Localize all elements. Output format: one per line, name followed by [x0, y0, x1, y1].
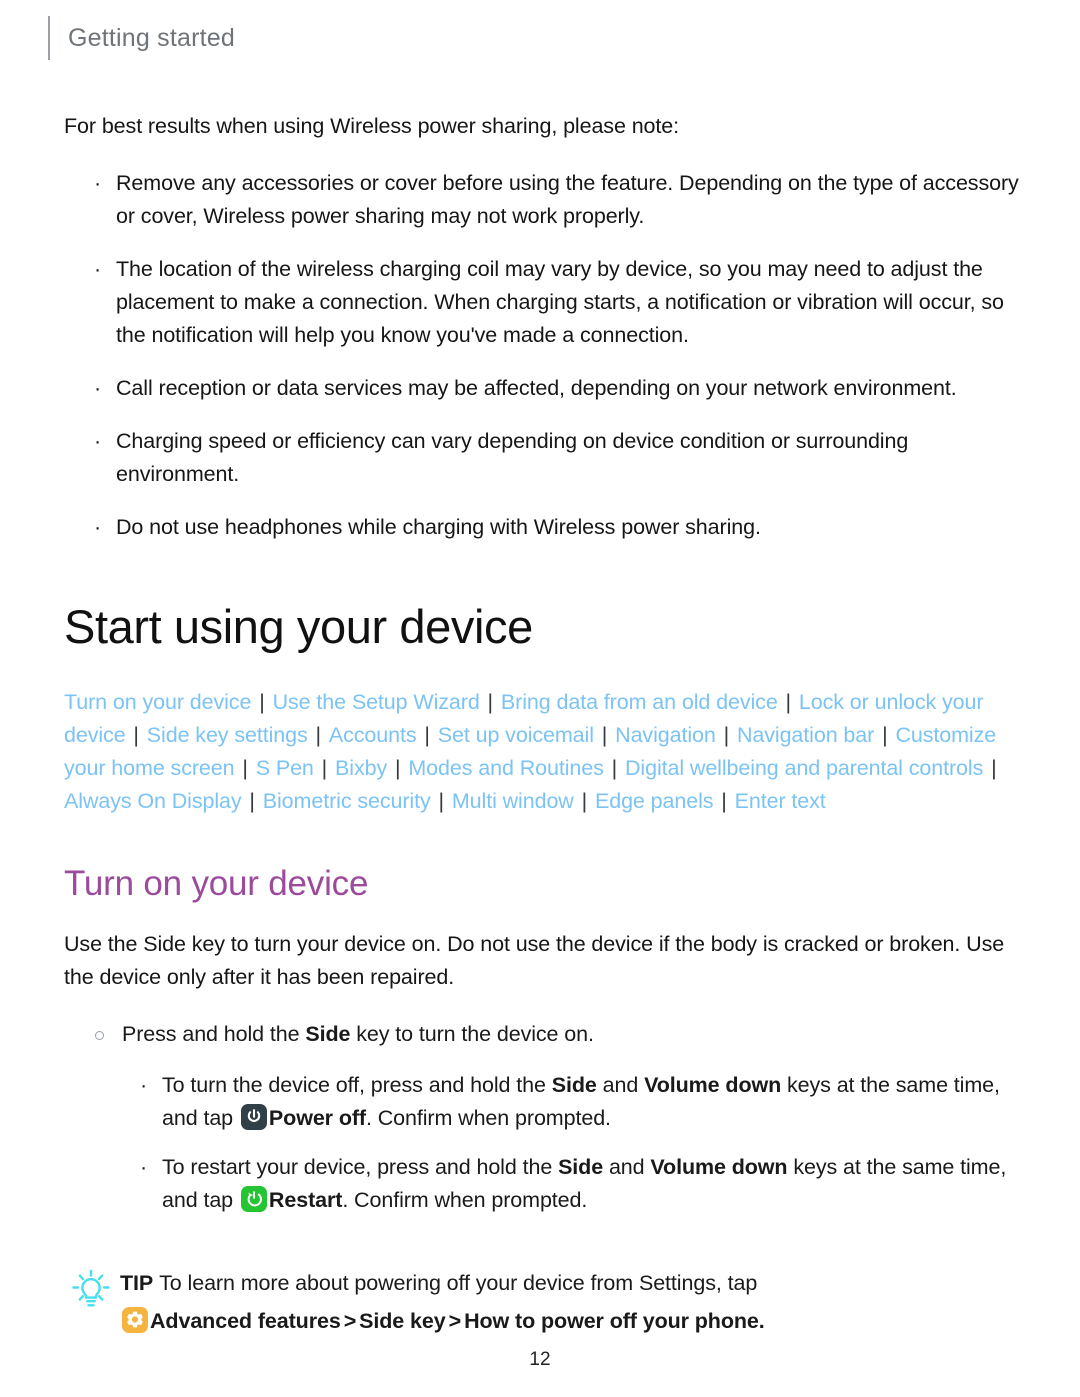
substep-bold-restart: Restart [268, 1188, 343, 1212]
section-link[interactable]: Accounts [329, 723, 417, 747]
section-link[interactable]: Side key settings [147, 723, 308, 747]
section-link[interactable]: Modes and Routines [408, 756, 604, 780]
section-link[interactable]: Biometric security [263, 789, 431, 813]
list-item: · Remove any accessories or cover before… [64, 167, 1028, 233]
list-item-text: Charging speed or efficiency can vary de… [116, 429, 909, 486]
settings-gear-icon [122, 1307, 148, 1333]
lightbulb-icon [68, 1267, 114, 1313]
list-item: · To turn the device off, press and hold… [64, 1069, 1028, 1135]
tip-path-advanced-features: Advanced features [150, 1309, 341, 1333]
list-item-text: Do not use headphones while charging wit… [116, 515, 761, 539]
link-separator: | [253, 690, 271, 714]
section-link[interactable]: Bixby [335, 756, 387, 780]
list-item-text: Remove any accessories or cover before u… [116, 171, 1019, 228]
substep-text-4: . Confirm when prompted. [342, 1188, 588, 1212]
chevron-right-icon: > [448, 1309, 462, 1333]
tip-text: To learn more about powering off your de… [159, 1271, 758, 1295]
link-separator: | [985, 756, 997, 780]
section-link[interactable]: Turn on your device [64, 690, 251, 714]
link-separator: | [432, 789, 450, 813]
bullet-dot-icon: · [140, 1073, 148, 1097]
link-separator: | [418, 723, 436, 747]
page-content: For best results when using Wireless pow… [64, 110, 1028, 1339]
section-link[interactable]: Multi window [452, 789, 574, 813]
tip-path-how-to-power-off: How to power off your phone. [464, 1309, 765, 1333]
step-text-after: key to turn the device on. [350, 1022, 594, 1046]
section-link[interactable]: S Pen [256, 756, 314, 780]
link-separator: | [779, 690, 797, 714]
list-item: · Do not use headphones while charging w… [64, 511, 1028, 544]
substep-text-4: . Confirm when prompted. [365, 1106, 611, 1130]
substep-text-1: To restart your device, press and hold t… [162, 1155, 559, 1179]
substep-bold-side: Side [551, 1073, 597, 1097]
section-link[interactable]: Digital wellbeing and parental controls [625, 756, 983, 780]
list-item: · Charging speed or efficiency can vary … [64, 425, 1028, 491]
power-substep-list: · To turn the device off, press and hold… [64, 1069, 1028, 1217]
section-heading: Start using your device [64, 600, 533, 653]
section-link[interactable]: Navigation [615, 723, 716, 747]
bullet-dot-icon: · [94, 376, 102, 400]
power-off-icon [240, 1104, 267, 1130]
list-item: Press and hold the Side key to turn the … [64, 1018, 1028, 1051]
section-link[interactable]: Edge panels [595, 789, 714, 813]
link-separator: | [715, 789, 733, 813]
link-separator: | [243, 789, 261, 813]
chevron-right-icon: > [343, 1309, 357, 1333]
list-item: · To restart your device, press and hold… [64, 1151, 1028, 1217]
wireless-notes-lead: For best results when using Wireless pow… [64, 114, 680, 138]
link-separator: | [575, 789, 593, 813]
substep-bold-volume-down: Volume down [650, 1155, 788, 1179]
link-separator: | [481, 690, 499, 714]
turn-on-step-list: Press and hold the Side key to turn the … [64, 1018, 1028, 1051]
tip-label: TIP [120, 1271, 154, 1295]
bullet-dot-icon: · [94, 429, 102, 453]
link-separator: | [127, 723, 145, 747]
bullet-dot-icon: · [94, 257, 102, 281]
page-header-title: Getting started [68, 23, 235, 52]
wireless-notes-list: · Remove any accessories or cover before… [64, 167, 1028, 544]
section-link[interactable]: Bring data from an old device [501, 690, 778, 714]
link-separator: | [315, 756, 334, 780]
tip-path-side-key: Side key [359, 1309, 446, 1333]
list-item: · The location of the wireless charging … [64, 253, 1028, 352]
section-link[interactable]: Always On Display [64, 789, 242, 813]
bullet-dot-icon: · [94, 515, 102, 539]
substep-text-2: and [596, 1073, 645, 1097]
section-link[interactable]: Enter text [735, 789, 826, 813]
subsection-intro-text: Use the Side key to turn your device on.… [64, 932, 1005, 989]
step-text-before: Press and hold the [122, 1022, 306, 1046]
substep-bold-power-off: Power off [268, 1106, 366, 1130]
link-separator: | [605, 756, 623, 780]
tip-callout: TIP To learn more about powering off your… [64, 1265, 1028, 1339]
tip-settings-path: Advanced features > Side key > How to power … [120, 1303, 1028, 1339]
link-separator: | [876, 723, 894, 747]
link-separator: | [236, 756, 254, 780]
section-link-list: Turn on your device | Use the Setup Wiza… [64, 686, 1019, 818]
restart-icon [240, 1186, 267, 1212]
link-separator: | [717, 723, 735, 747]
link-separator: | [309, 723, 327, 747]
section-link[interactable]: Use the Setup Wizard [273, 690, 480, 714]
list-item: · Call reception or data services may be… [64, 372, 1028, 405]
substep-text-1: To turn the device off, press and hold t… [162, 1073, 552, 1097]
page-number: 12 [529, 1349, 551, 1370]
link-separator: | [595, 723, 614, 747]
subsection-heading: Turn on your device [64, 864, 369, 903]
header-divider-rule [48, 16, 50, 60]
page-running-header: Getting started [48, 16, 235, 60]
section-link[interactable]: Set up voicemail [438, 723, 594, 747]
substep-bold-side: Side [558, 1155, 604, 1179]
bullet-dot-icon: · [140, 1155, 148, 1179]
list-item-text: Call reception or data services may be a… [116, 376, 957, 400]
list-item-text: The location of the wireless charging co… [116, 257, 1004, 347]
section-link[interactable]: Navigation bar [737, 723, 874, 747]
substep-text-2: and [603, 1155, 651, 1179]
hollow-circle-bullet-icon [95, 1031, 104, 1040]
bullet-dot-icon: · [94, 171, 102, 195]
link-separator: | [389, 756, 407, 780]
substep-bold-volume-down: Volume down [644, 1073, 782, 1097]
step-text-bold: Side [305, 1022, 351, 1046]
